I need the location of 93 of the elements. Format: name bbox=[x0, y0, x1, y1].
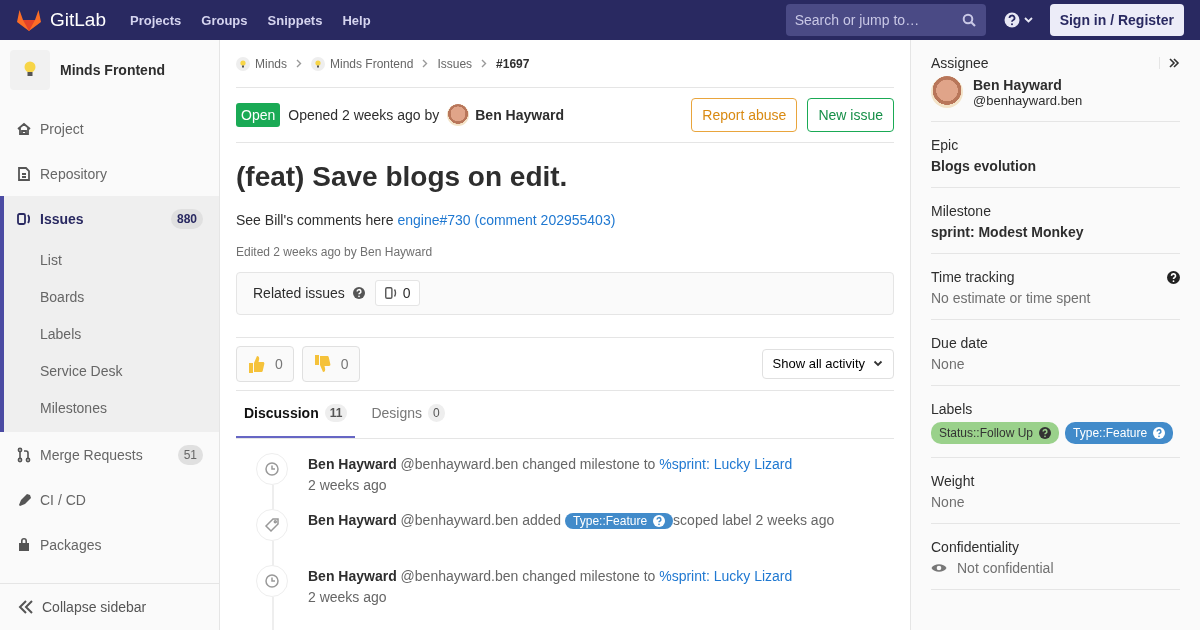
chevron-right-icon bbox=[481, 59, 488, 68]
help-icon[interactable] bbox=[1167, 270, 1180, 284]
help-icon bbox=[1153, 427, 1166, 439]
activity-text: Ben Hayward @benhayward.ben changed milestone to %sprint: Lucky Lizard bbox=[308, 454, 793, 474]
sidebar-item[interactable]: CI / CD bbox=[0, 477, 219, 522]
section-title: Labels bbox=[931, 400, 973, 418]
chevron-down-icon bbox=[873, 360, 883, 368]
collapse-icon[interactable] bbox=[1159, 57, 1180, 69]
avatar-icon[interactable] bbox=[931, 76, 963, 108]
merge-icon bbox=[16, 446, 32, 463]
count-badge: 51 bbox=[177, 444, 203, 465]
sidebar-item[interactable]: Packages bbox=[0, 522, 219, 567]
project-icon bbox=[16, 120, 32, 137]
brand-name[interactable]: GitLab bbox=[50, 9, 106, 31]
tag-icon bbox=[256, 508, 288, 541]
issue-link[interactable]: engine#730 (comment 202955403) bbox=[397, 211, 616, 228]
avatar-icon[interactable] bbox=[447, 104, 470, 126]
breadcrumb-link[interactable]: Minds bbox=[255, 56, 287, 71]
sidebar-subitem[interactable]: Boards bbox=[4, 278, 219, 315]
activity-filter-dropdown[interactable]: Show all activity bbox=[761, 348, 894, 379]
gitlab-logo-icon[interactable] bbox=[16, 8, 42, 32]
sidebar-subitem[interactable]: Labels bbox=[4, 315, 219, 352]
help-icon bbox=[1039, 427, 1052, 439]
issue-title: (feat) Save blogs on edit. bbox=[236, 160, 569, 194]
activity-text: Ben Hayward @benhayward.ben changed milestone to %sprint: Lucky Lizard bbox=[308, 566, 793, 586]
clock-icon bbox=[256, 564, 288, 597]
repository-icon bbox=[16, 165, 32, 182]
section-value[interactable]: Blogs evolution bbox=[931, 158, 1180, 174]
breadcrumb-link[interactable]: #1697 bbox=[496, 56, 530, 71]
issues-icon bbox=[383, 285, 398, 302]
help-icon[interactable] bbox=[352, 287, 365, 300]
sign-in-button[interactable]: Sign in / Register bbox=[1049, 4, 1184, 36]
sidebar-item[interactable]: Repository bbox=[0, 151, 219, 196]
clock-icon bbox=[256, 452, 288, 485]
section-title: Time tracking bbox=[931, 268, 1015, 286]
activity-text: Ben Hayward @benhayward.ben added Type::Feature scoped label 2 weeks ago bbox=[308, 510, 835, 530]
search-field[interactable]: Search or jump to… bbox=[785, 4, 986, 36]
help-icon bbox=[653, 514, 666, 527]
breadcrumb-link[interactable]: Minds Frontend bbox=[330, 56, 414, 71]
tab[interactable]: Discussion 11 bbox=[236, 390, 356, 438]
nav-link[interactable]: Help bbox=[342, 12, 371, 28]
search-icon bbox=[961, 13, 976, 27]
double-chevron-left-icon bbox=[18, 600, 34, 614]
count-badge: 880 bbox=[170, 208, 203, 229]
edited-text: Edited 2 weeks ago by Ben Hayward bbox=[236, 244, 434, 259]
sidebar-item[interactable]: Issues 880 bbox=[0, 196, 219, 241]
section-value[interactable]: sprint: Modest Monkey bbox=[931, 224, 1180, 240]
thumbs-up-icon bbox=[247, 353, 265, 374]
section-title: Epic bbox=[931, 136, 959, 154]
help-dropdown-icon[interactable] bbox=[1003, 12, 1036, 28]
section-value: Not confidential bbox=[957, 560, 1054, 576]
sidebar-subitem[interactable]: Milestones bbox=[4, 389, 219, 426]
project-name[interactable]: Minds Frontend bbox=[60, 62, 165, 78]
label-tag[interactable]: Type::Feature bbox=[565, 512, 674, 529]
thumbs-down-icon bbox=[312, 353, 331, 374]
assignee-handle: @benhayward.ben bbox=[973, 92, 1083, 108]
nav-link[interactable]: Snippets bbox=[267, 12, 323, 28]
related-count-badge[interactable]: 0 bbox=[374, 280, 420, 307]
chevron-right-icon bbox=[296, 59, 302, 68]
sidebar-subitem[interactable]: Service Desk bbox=[4, 352, 219, 389]
timestamp: 2 weeks ago bbox=[308, 475, 388, 495]
section-title: Due date bbox=[931, 334, 988, 352]
thumbs-down-button[interactable]: 0 bbox=[301, 345, 360, 382]
opened-text: Opened 2 weeks ago by bbox=[288, 107, 440, 123]
nav-link[interactable]: Projects bbox=[130, 12, 182, 28]
description-text: See Bill's comments here engine#730 (comment 202955403) bbox=[236, 211, 617, 228]
status-badge: Open bbox=[236, 103, 281, 127]
assignee-name[interactable]: Ben Hayward bbox=[973, 76, 1083, 93]
section-value: No estimate or time spent bbox=[931, 290, 1092, 306]
chevron-right-icon bbox=[422, 59, 429, 68]
breadcrumb-link[interactable]: Issues bbox=[437, 56, 473, 71]
thumbs-up-button[interactable]: 0 bbox=[236, 345, 294, 382]
timestamp: 2 weeks ago bbox=[308, 587, 388, 607]
new-issue-button[interactable]: New issue bbox=[807, 98, 894, 132]
sidebar-subitem[interactable]: List bbox=[4, 241, 219, 278]
nav-link[interactable]: Groups bbox=[201, 12, 248, 28]
section-title: Weight bbox=[931, 472, 975, 490]
sidebar-item[interactable]: Project bbox=[0, 106, 219, 151]
eye-icon bbox=[931, 562, 947, 574]
section-title: Milestone bbox=[931, 202, 991, 220]
issues-icon bbox=[16, 210, 32, 227]
section-title: Assignee bbox=[931, 54, 989, 72]
sidebar-item[interactable]: Merge Requests 51 bbox=[0, 432, 219, 477]
label-tag[interactable]: Status::Follow Up bbox=[931, 422, 1060, 444]
section-title: Confidentiality bbox=[931, 538, 1019, 556]
milestone-link[interactable]: %sprint: Lucky Lizard bbox=[659, 567, 793, 584]
tab[interactable]: Designs 0 bbox=[363, 390, 453, 438]
milestone-link[interactable]: %sprint: Lucky Lizard bbox=[659, 455, 793, 472]
related-issues-label: Related issues bbox=[253, 285, 345, 302]
section-value: None bbox=[931, 356, 966, 372]
label-tag[interactable]: Type::Feature bbox=[1065, 422, 1174, 444]
section-value: None bbox=[931, 494, 966, 510]
author-link[interactable]: Ben Hayward bbox=[475, 107, 564, 123]
